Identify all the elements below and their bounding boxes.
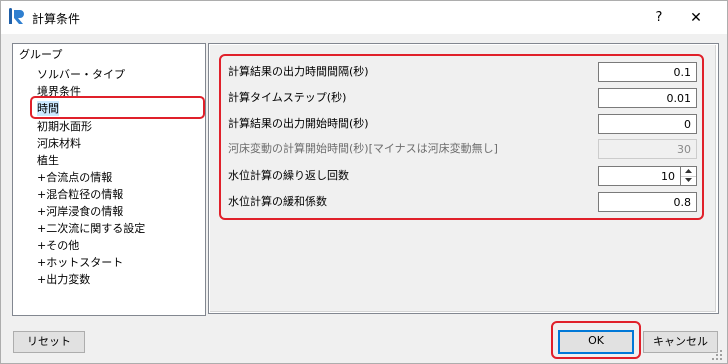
time-step-label: 計算タイムステップ(秒) bbox=[228, 91, 347, 104]
ok-highlight-annotation bbox=[551, 321, 641, 359]
relaxation-label: 水位計算の緩和係数 bbox=[228, 195, 327, 208]
tree-item[interactable]: 河床材料 bbox=[37, 136, 81, 151]
tree-item[interactable]: +河岸浸食の情報 bbox=[37, 204, 123, 219]
tree-item[interactable]: +合流点の情報 bbox=[37, 170, 112, 185]
output-interval-label: 計算結果の出力時間間隔(秒) bbox=[228, 65, 369, 78]
bed-change-start-field bbox=[598, 139, 697, 159]
stepper-down-button[interactable] bbox=[681, 176, 696, 185]
reset-button[interactable]: リセット bbox=[13, 331, 85, 353]
iric-app-icon bbox=[9, 8, 24, 24]
relaxation-field[interactable] bbox=[598, 192, 697, 212]
title-bar: 計算条件 ? ✕ bbox=[1, 1, 727, 34]
tree-root-group[interactable]: グループ bbox=[19, 47, 62, 62]
calc-conditions-dialog: 計算条件 ? ✕ グループ ソルバー・タイプ 境界条件 時間 初期水面形 河床材料 植生 +合… bbox=[0, 0, 728, 364]
help-button[interactable]: ? bbox=[647, 7, 671, 29]
iteration-count-field[interactable] bbox=[598, 166, 681, 186]
iteration-count-label: 水位計算の繰り返し回数 bbox=[228, 169, 349, 182]
tree-highlight-annotation bbox=[30, 96, 205, 119]
output-start-field[interactable] bbox=[598, 114, 697, 134]
iteration-count-stepper bbox=[681, 166, 697, 186]
output-start-label: 計算結果の出力開始時間(秒) bbox=[228, 117, 369, 130]
time-step-field[interactable] bbox=[598, 88, 697, 108]
output-interval-field[interactable] bbox=[598, 62, 697, 82]
tree-item[interactable]: +二次流に関する設定 bbox=[37, 221, 145, 236]
close-button[interactable]: ✕ bbox=[681, 7, 711, 29]
tree-item[interactable]: +その他 bbox=[37, 238, 79, 253]
tree-item[interactable]: 初期水面形 bbox=[37, 119, 92, 134]
cancel-button[interactable]: キャンセル bbox=[643, 331, 718, 353]
tree-item[interactable]: ソルバー・タイプ bbox=[37, 67, 125, 82]
tree-item[interactable]: 植生 bbox=[37, 153, 59, 168]
tree-item[interactable]: +混合粒径の情報 bbox=[37, 187, 123, 202]
tree-item[interactable]: +ホットスタート bbox=[37, 255, 123, 270]
bed-change-start-label: 河床変動の計算開始時間(秒)[マイナスは河床変動無し] bbox=[228, 142, 498, 155]
window-title: 計算条件 bbox=[32, 12, 81, 26]
resize-grip-icon[interactable] bbox=[711, 349, 723, 361]
tree-item[interactable]: +出力変数 bbox=[37, 272, 90, 287]
chevron-down-icon bbox=[685, 178, 692, 182]
chevron-up-icon bbox=[685, 169, 692, 173]
